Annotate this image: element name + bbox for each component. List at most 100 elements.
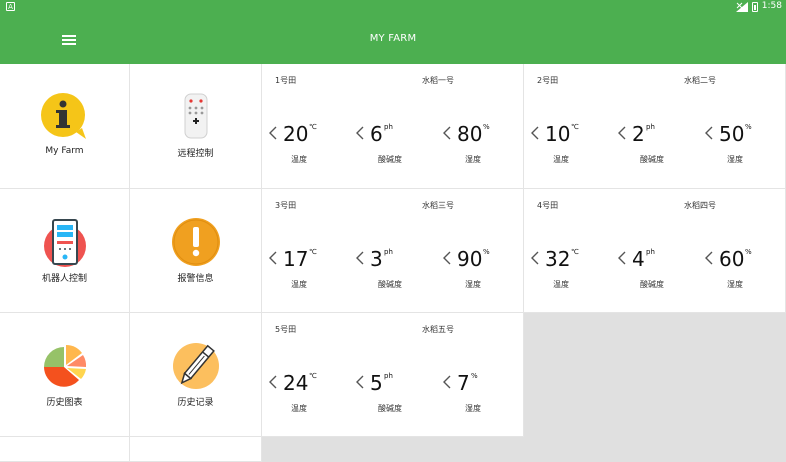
chevron-left-icon bbox=[618, 251, 626, 265]
chevron-left-icon bbox=[356, 375, 364, 389]
chevron-left-icon bbox=[443, 375, 451, 389]
temperature-value: 32 bbox=[545, 247, 571, 271]
temperature-unit: ℃ bbox=[571, 248, 579, 256]
humidity-value: 7 bbox=[457, 371, 470, 395]
chevron-left-icon bbox=[356, 251, 364, 265]
tile-robot-control[interactable]: 机器人控制 bbox=[0, 189, 130, 313]
ph-unit: ph bbox=[384, 248, 393, 256]
ph-unit: ph bbox=[384, 372, 393, 380]
humidity-unit: % bbox=[483, 248, 490, 256]
battery-icon bbox=[751, 1, 758, 12]
temperature-unit: ℃ bbox=[309, 123, 317, 131]
field-crop: 水稻一号 bbox=[422, 76, 454, 85]
field-crop: 水稻三号 bbox=[422, 201, 454, 210]
remote-control-icon bbox=[184, 93, 207, 139]
field-crop: 水稻二号 bbox=[684, 76, 716, 85]
chevron-left-icon bbox=[443, 251, 451, 265]
temperature-metric[interactable]: 20 ℃ 温度 bbox=[269, 116, 349, 176]
humidity-unit: % bbox=[745, 123, 752, 131]
humidity-label: 湿度 bbox=[465, 280, 481, 289]
temperature-label: 温度 bbox=[553, 155, 569, 164]
field-name: 2号田 bbox=[537, 76, 559, 85]
ph-label: 酸碱度 bbox=[378, 155, 402, 164]
humidity-unit: % bbox=[745, 248, 752, 256]
ph-metric[interactable]: 4 ph 酸碱度 bbox=[618, 241, 698, 301]
tile-label: 历史图表 bbox=[46, 398, 83, 408]
field-card-1: 1号田 水稻一号 20 ℃ 温度 6 ph 酸碱度 80 % 湿度 bbox=[262, 64, 524, 189]
pen-icon bbox=[172, 343, 219, 389]
ph-metric[interactable]: 6 ph 酸碱度 bbox=[356, 116, 436, 176]
humidity-label: 湿度 bbox=[727, 280, 743, 289]
tile-empty bbox=[130, 437, 262, 462]
robot-icon bbox=[43, 219, 86, 267]
temperature-metric[interactable]: 24 ℃ 温度 bbox=[269, 365, 349, 425]
temperature-value: 20 bbox=[283, 122, 309, 146]
tile-label: My Farm bbox=[45, 146, 84, 156]
tile-history-record[interactable]: 历史记录 bbox=[130, 313, 262, 437]
ph-label: 酸碱度 bbox=[640, 280, 664, 289]
chevron-left-icon bbox=[269, 251, 277, 265]
alert-icon bbox=[171, 218, 220, 266]
temperature-label: 温度 bbox=[291, 155, 307, 164]
signal-icon bbox=[735, 1, 748, 12]
temperature-value: 10 bbox=[545, 122, 571, 146]
temperature-metric[interactable]: 10 ℃ 温度 bbox=[531, 116, 611, 176]
temperature-label: 温度 bbox=[291, 280, 307, 289]
tile-label: 机器人控制 bbox=[41, 274, 87, 284]
ph-label: 酸碱度 bbox=[378, 280, 402, 289]
tile-label: 远程控制 bbox=[177, 149, 214, 159]
temperature-metric[interactable]: 17 ℃ 温度 bbox=[269, 241, 349, 301]
temperature-value: 24 bbox=[283, 371, 309, 395]
tile-my-farm[interactable]: My Farm bbox=[0, 64, 130, 189]
chevron-left-icon bbox=[269, 375, 277, 389]
field-name: 5号田 bbox=[275, 325, 297, 334]
chevron-left-icon bbox=[531, 251, 539, 265]
ph-value: 2 bbox=[632, 122, 645, 146]
ph-unit: ph bbox=[384, 123, 393, 131]
humidity-value: 90 bbox=[457, 247, 483, 271]
info-icon bbox=[40, 93, 86, 139]
pie-chart-icon bbox=[43, 345, 86, 387]
humidity-metric[interactable]: 60 % 湿度 bbox=[705, 241, 785, 301]
field-name: 3号田 bbox=[275, 201, 297, 210]
tile-empty bbox=[0, 437, 130, 462]
field-crop: 水稻四号 bbox=[684, 201, 716, 210]
humidity-metric[interactable]: 80 % 湿度 bbox=[443, 116, 523, 176]
temperature-unit: ℃ bbox=[309, 248, 317, 256]
ph-metric[interactable]: 2 ph 酸碱度 bbox=[618, 116, 698, 176]
tile-label: 报警信息 bbox=[177, 274, 214, 284]
chevron-left-icon bbox=[269, 126, 277, 140]
ph-value: 3 bbox=[370, 247, 383, 271]
ph-metric[interactable]: 3 ph 酸碱度 bbox=[356, 241, 436, 301]
temperature-metric[interactable]: 32 ℃ 温度 bbox=[531, 241, 611, 301]
notification-a-icon: A bbox=[6, 2, 15, 11]
humidity-metric[interactable]: 7 % 湿度 bbox=[443, 365, 523, 425]
clock: 1:58 bbox=[761, 1, 782, 11]
field-card-5: 5号田 水稻五号 24 ℃ 温度 5 ph 酸碱度 7 % 湿度 bbox=[262, 313, 524, 437]
humidity-metric[interactable]: 90 % 湿度 bbox=[443, 241, 523, 301]
field-card-2: 2号田 水稻二号 10 ℃ 温度 2 ph 酸碱度 50 % 湿度 bbox=[524, 64, 786, 189]
temperature-label: 温度 bbox=[553, 280, 569, 289]
ph-unit: ph bbox=[646, 248, 655, 256]
ph-metric[interactable]: 5 ph 酸碱度 bbox=[356, 365, 436, 425]
humidity-label: 湿度 bbox=[465, 155, 481, 164]
chevron-left-icon bbox=[705, 251, 713, 265]
chevron-left-icon bbox=[356, 126, 364, 140]
ph-label: 酸碱度 bbox=[378, 404, 402, 413]
chevron-left-icon bbox=[618, 126, 626, 140]
tile-remote-control[interactable]: 远程控制 bbox=[130, 64, 262, 189]
field-name: 4号田 bbox=[537, 201, 559, 210]
ph-value: 4 bbox=[632, 247, 645, 271]
field-crop: 水稻五号 bbox=[422, 325, 454, 334]
page-title: MY FARM bbox=[369, 33, 417, 44]
humidity-metric[interactable]: 50 % 湿度 bbox=[705, 116, 785, 176]
app-toolbar: MY FARM bbox=[0, 14, 786, 64]
humidity-value: 50 bbox=[719, 122, 745, 146]
chevron-left-icon bbox=[531, 126, 539, 140]
tile-history-chart[interactable]: 历史图表 bbox=[0, 313, 130, 437]
app-root: A 1:58 MY FARM My Farm 机器人控制 历史图表 远程控制 报… bbox=[0, 0, 786, 462]
humidity-value: 80 bbox=[457, 122, 483, 146]
field-name: 1号田 bbox=[275, 76, 297, 85]
tile-alert-info[interactable]: 报警信息 bbox=[130, 189, 262, 313]
humidity-value: 60 bbox=[719, 247, 745, 271]
